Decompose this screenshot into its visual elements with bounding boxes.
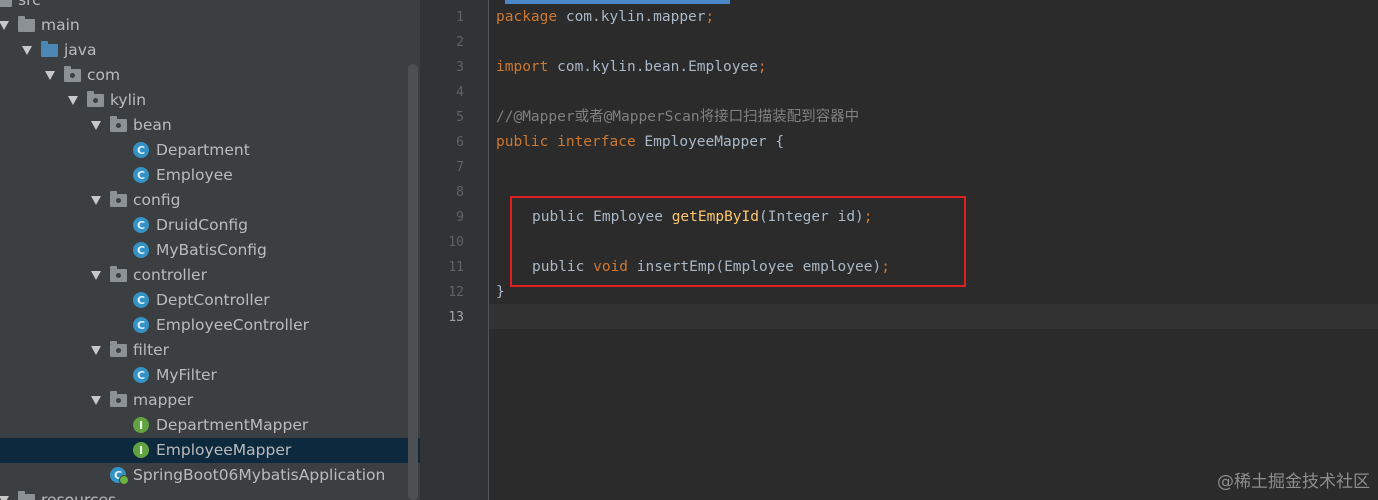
tree-item[interactable]: C DeptController (0, 288, 420, 313)
expand-arrow-icon[interactable] (68, 96, 78, 105)
package-icon (64, 66, 81, 82)
line-number: 9 (456, 210, 464, 225)
tree-item-label: DeptController (156, 291, 270, 309)
class-icon: C (133, 292, 149, 308)
tree-item-label: filter (133, 341, 170, 359)
folder-icon (18, 16, 35, 32)
tree-item-label: DepartmentMapper (156, 416, 309, 434)
tree-item-label: DruidConfig (156, 216, 249, 234)
expand-arrow-icon[interactable] (45, 71, 55, 80)
tree-item[interactable]: C Employee (0, 163, 420, 188)
line-number: 13 (448, 310, 464, 325)
tree-item-label: main (41, 16, 80, 34)
tree-item[interactable]: C MyBatisConfig (0, 238, 420, 263)
expand-arrow-icon[interactable] (91, 396, 101, 405)
tree-item[interactable]: C DruidConfig (0, 213, 420, 238)
line-number: 6 (456, 135, 464, 150)
package-icon (110, 116, 127, 132)
interface-icon: I (133, 442, 149, 458)
tree-item-label: MyBatisConfig (156, 241, 267, 259)
folder-icon (0, 0, 12, 7)
tree-item-label: src (18, 0, 41, 9)
tree-item[interactable]: I EmployeeMapper (0, 438, 420, 463)
tree-item-label: EmployeeMapper (156, 441, 292, 459)
tree-item[interactable]: kylin (0, 88, 420, 113)
red-annotation-box (510, 196, 966, 287)
line-number: 7 (456, 160, 464, 175)
active-tab-indicator (505, 0, 730, 4)
expand-arrow-icon[interactable] (0, 496, 9, 500)
package-icon (110, 391, 127, 407)
code-line-1[interactable]: package com.kylin.mapper; (496, 5, 714, 30)
tree-item-label: bean (133, 116, 172, 134)
line-number: 4 (456, 85, 464, 100)
line-number: 11 (448, 260, 464, 275)
package-icon (110, 191, 127, 207)
tree-item[interactable]: C Department (0, 138, 420, 163)
code-line-6[interactable]: public interface EmployeeMapper { (496, 130, 784, 155)
tree-item-label: Department (156, 141, 250, 159)
tree-item-label: Employee (156, 166, 233, 184)
line-number: 2 (456, 35, 464, 50)
tree-item-label: MyFilter (156, 366, 217, 384)
tree-item-label: com (87, 66, 121, 84)
tree-item[interactable]: com (0, 63, 420, 88)
tree-item-label: controller (133, 266, 207, 284)
tree-item[interactable]: C EmployeeController (0, 313, 420, 338)
expand-arrow-icon[interactable] (22, 46, 32, 55)
package-icon (110, 266, 127, 282)
tree-item[interactable]: bean (0, 113, 420, 138)
line-number: 3 (456, 60, 464, 75)
expand-arrow-icon[interactable] (91, 196, 101, 205)
expand-arrow-icon[interactable] (0, 21, 9, 30)
class-icon: C (133, 142, 149, 158)
folder-icon (18, 491, 35, 500)
package-icon (110, 341, 127, 357)
class-icon: C (133, 167, 149, 183)
code-editor[interactable]: package com.kylin.mapper; import com.kyl… (489, 0, 1378, 500)
tree-item-label: kylin (110, 91, 147, 109)
line-number: 5 (456, 110, 464, 125)
tree-item-label: mapper (133, 391, 194, 409)
tree-item[interactable]: src (0, 0, 420, 13)
line-number: 8 (456, 185, 464, 200)
class-icon: C (133, 317, 149, 333)
watermark: @稀土掘金技术社区 (1217, 472, 1370, 492)
tree-item-label: resources (41, 491, 117, 500)
source-folder-icon (41, 41, 58, 57)
class-icon: C (133, 242, 149, 258)
tree-item-label: config (133, 191, 181, 209)
tree-item-label: SpringBoot06MybatisApplication (133, 466, 386, 484)
tree-item[interactable]: resources (0, 488, 420, 500)
tree-item-label: java (64, 41, 97, 59)
class-icon: C (133, 367, 149, 383)
tree-item[interactable]: controller (0, 263, 420, 288)
line-number: 10 (448, 235, 464, 250)
tree-scrollbar[interactable] (408, 64, 418, 500)
expand-arrow-icon[interactable] (91, 271, 101, 280)
tree-item[interactable]: config (0, 188, 420, 213)
interface-icon: I (133, 417, 149, 433)
tree-item[interactable]: mapper (0, 388, 420, 413)
line-number-gutter: 1 2 3 4 5 6 7 8 9 10 11 12 13 (420, 0, 489, 500)
tree-item[interactable]: filter (0, 338, 420, 363)
tree-item[interactable]: C SpringBoot06MybatisApplication (0, 463, 420, 488)
code-line-5-comment[interactable]: //@Mapper或者@MapperScan将接口扫描装配到容器中 (496, 105, 859, 130)
line-number: 1 (456, 10, 464, 25)
code-line-12[interactable]: } (496, 280, 505, 305)
tree-item[interactable]: java (0, 38, 420, 63)
tree-item[interactable]: I DepartmentMapper (0, 413, 420, 438)
project-tree: src main java com kylin bean C Department C Emplo… (0, 0, 420, 500)
tree-item-label: EmployeeController (156, 316, 310, 334)
tree-item[interactable]: C MyFilter (0, 363, 420, 388)
tree-item[interactable]: main (0, 13, 420, 38)
line-number: 12 (448, 285, 464, 300)
code-line-3[interactable]: import com.kylin.bean.Employee; (496, 55, 767, 80)
expand-arrow-icon[interactable] (91, 346, 101, 355)
spring-boot-class-icon: C (110, 467, 129, 485)
expand-arrow-icon[interactable] (91, 121, 101, 130)
current-line-highlight (489, 304, 1378, 329)
package-icon (87, 91, 104, 107)
class-icon: C (133, 217, 149, 233)
